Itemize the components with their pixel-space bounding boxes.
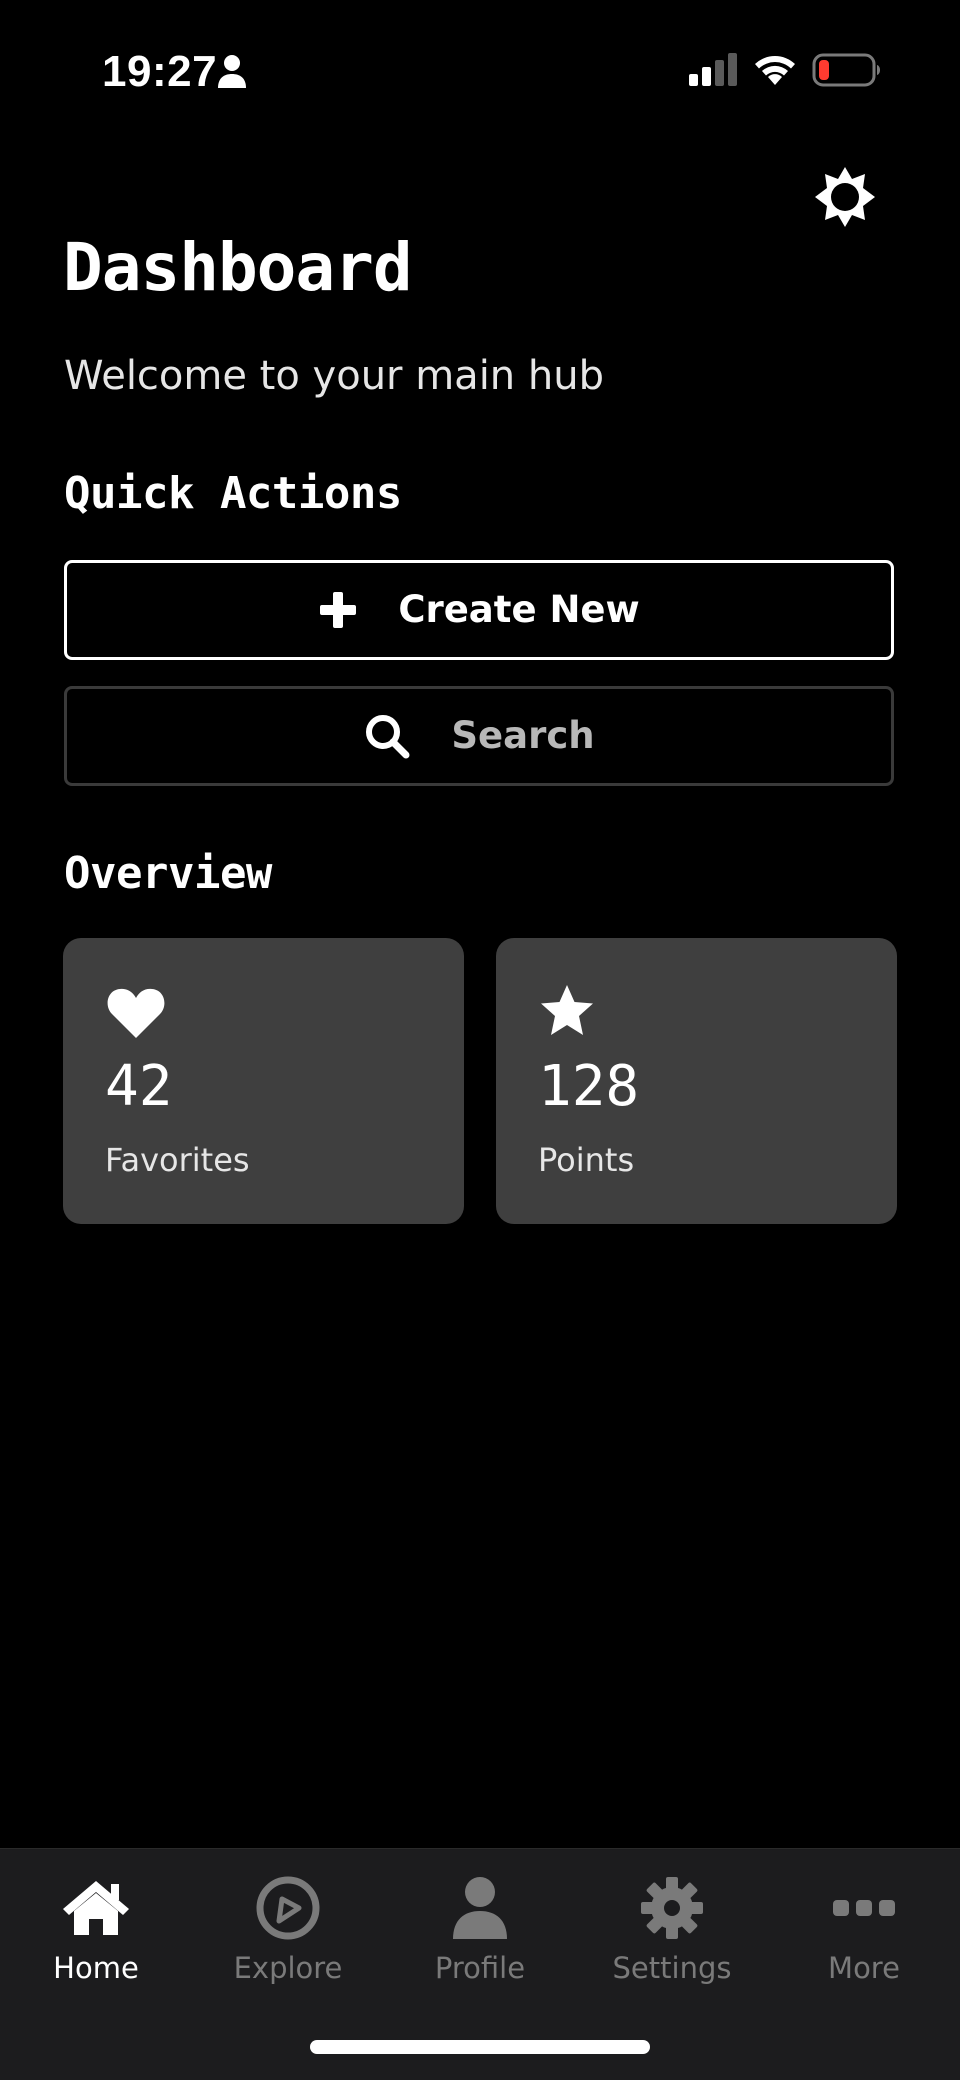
overview-heading: Overview (64, 848, 272, 899)
create-new-button[interactable]: Create New (64, 560, 894, 660)
battery-low-icon (812, 53, 880, 87)
search-label: Search (451, 714, 595, 757)
quick-actions-heading: Quick Actions (64, 468, 402, 519)
heart-icon (107, 988, 165, 1038)
status-bar: 19:27 (0, 0, 960, 140)
search-icon (366, 715, 410, 759)
points-card[interactable]: 128 Points (496, 938, 897, 1224)
person-icon (453, 1877, 507, 1939)
gear-icon (641, 1877, 703, 1939)
tab-explore-label: Explore (233, 1951, 343, 1985)
tab-home[interactable]: Home (0, 1875, 192, 1999)
points-label: Points (538, 1141, 635, 1179)
tab-settings[interactable]: Settings (576, 1875, 768, 1999)
tab-home-label: Home (53, 1951, 139, 1985)
cellular-signal-icon (689, 53, 737, 86)
home-icon (63, 1881, 129, 1935)
compass-icon (256, 1876, 320, 1940)
more-dots-icon (833, 1900, 895, 1916)
favorites-card[interactable]: 42 Favorites (63, 938, 464, 1224)
tab-more[interactable]: More (768, 1875, 960, 1999)
wifi-icon (755, 56, 795, 85)
tab-more-label: More (828, 1951, 900, 1985)
search-button[interactable]: Search (64, 686, 894, 786)
create-new-label: Create New (398, 588, 640, 631)
favorites-count: 42 (105, 1054, 173, 1119)
home-indicator[interactable] (310, 2040, 650, 2054)
favorites-label: Favorites (105, 1141, 250, 1179)
star-icon (541, 985, 593, 1035)
status-time: 19:27 (102, 47, 218, 96)
tab-explore[interactable]: Explore (192, 1875, 384, 1999)
plus-icon (320, 592, 357, 628)
person-icon (218, 55, 246, 88)
page-title: Dashboard (63, 229, 413, 306)
theme-toggle-button[interactable] (812, 164, 878, 230)
sun-icon (815, 167, 875, 227)
tab-profile-label: Profile (434, 1951, 526, 1985)
page-subtitle: Welcome to your main hub (64, 353, 604, 399)
points-count: 128 (538, 1054, 640, 1119)
tab-settings-label: Settings (612, 1951, 732, 1985)
tab-profile[interactable]: Profile (384, 1875, 576, 1999)
